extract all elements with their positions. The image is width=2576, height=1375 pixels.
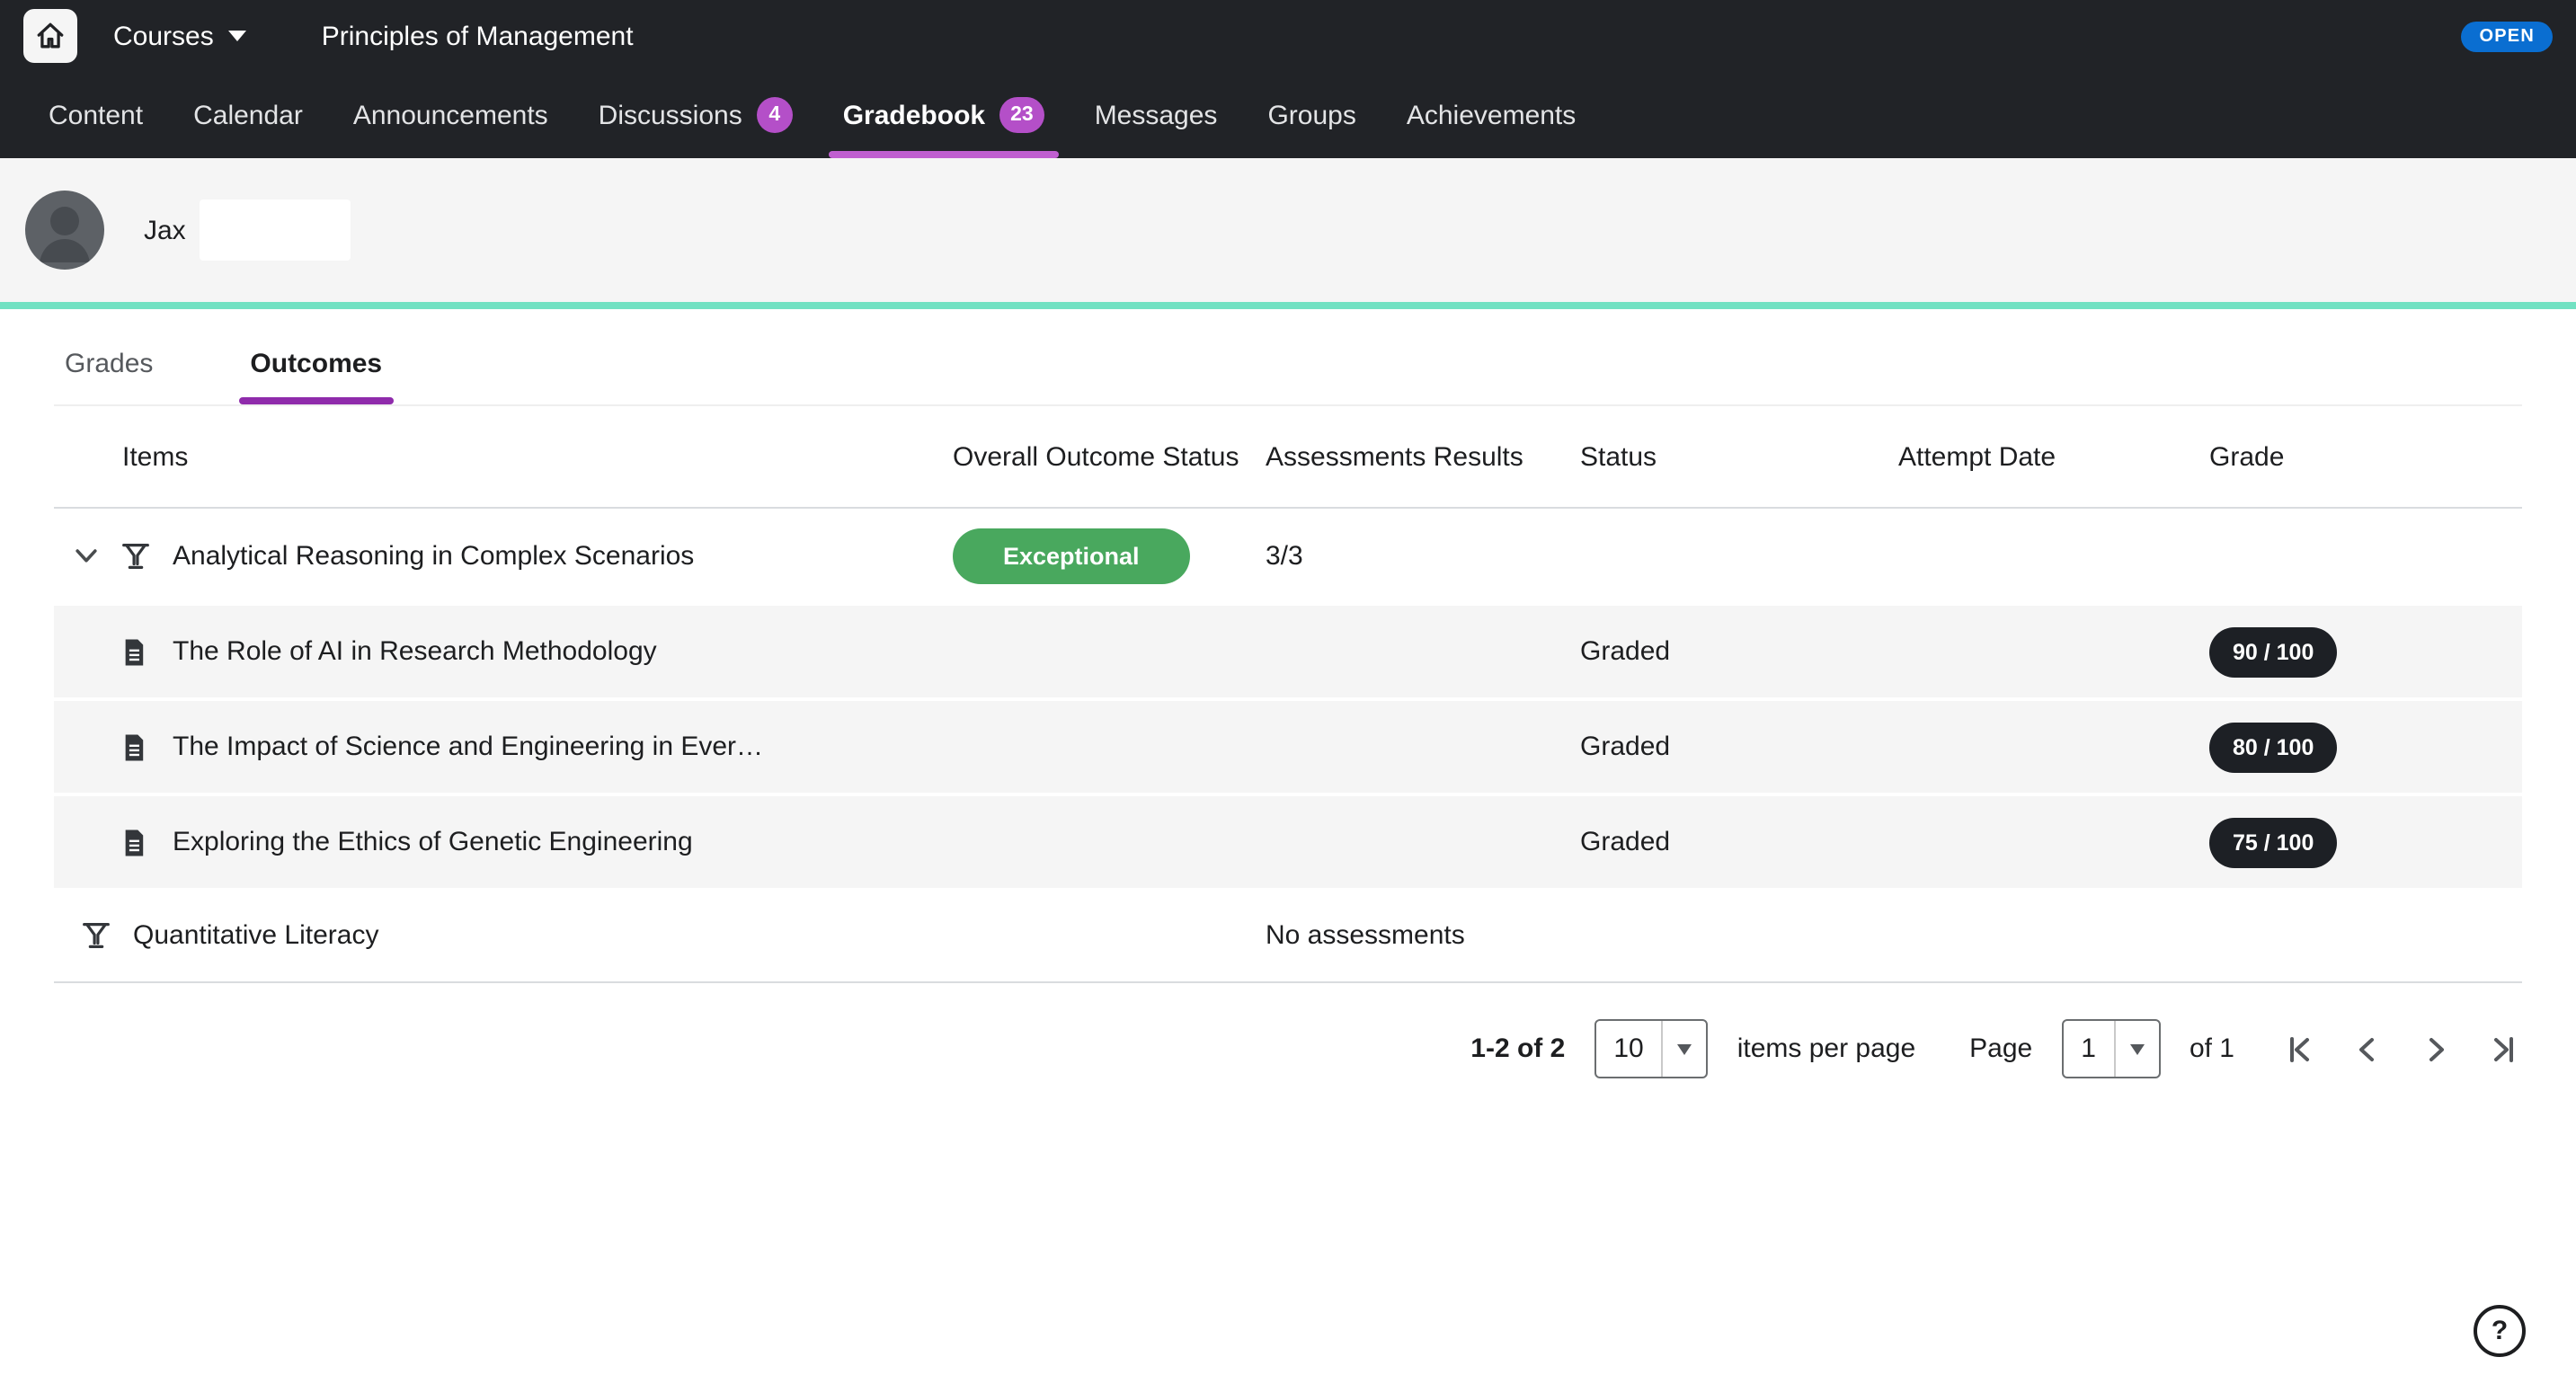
col-overall-outcome-status: Overall Outcome Status	[953, 441, 1266, 472]
assessment-status: Graded	[1580, 827, 1898, 857]
top-bar: Courses Principles of Management OPEN	[0, 0, 2576, 72]
accent-divider	[0, 302, 2576, 309]
assessment-title[interactable]: Exploring the Ethics of Genetic Engineer…	[173, 827, 693, 857]
nav-item-content[interactable]: Content	[23, 72, 168, 158]
chevron-left-icon	[2349, 1031, 2385, 1067]
outcome-row: Analytical Reasoning in Complex Scenario…	[54, 509, 2522, 602]
assessment-title[interactable]: The Role of AI in Research Methodology	[173, 636, 657, 667]
grade-badge: 90 / 100	[2209, 626, 2337, 677]
question-mark-icon: ?	[2492, 1316, 2508, 1346]
nav-item-gradebook[interactable]: Gradebook 23	[818, 72, 1070, 158]
nav-label: Achievements	[1407, 100, 1576, 130]
grade-badge: 75 / 100	[2209, 817, 2337, 867]
status-badge: Exceptional	[953, 528, 1190, 583]
page-number-select[interactable]: 1	[2061, 1019, 2161, 1078]
col-assessments-results: Assessments Results	[1266, 441, 1580, 472]
document-icon	[119, 825, 153, 859]
gradebook-count-badge: 23	[999, 97, 1044, 133]
nav-item-messages[interactable]: Messages	[1070, 72, 1243, 158]
outcome-trophy-icon	[79, 918, 113, 952]
avatar	[25, 191, 104, 270]
page-number-value: 1	[2063, 1033, 2114, 1064]
nav-label: Discussions	[599, 100, 742, 130]
tab-grades[interactable]: Grades	[54, 338, 164, 404]
outcome-row: Quantitative Literacy No assessments	[54, 888, 2522, 983]
nav-item-discussions[interactable]: Discussions 4	[573, 72, 818, 158]
assessments-results-value: No assessments	[1266, 919, 1580, 950]
gradebook-tabs: Grades Outcomes	[54, 309, 2522, 406]
courses-label: Courses	[113, 21, 214, 51]
assessment-row: The Role of AI in Research Methodology G…	[54, 602, 2522, 697]
page: Courses Principles of Management OPEN Co…	[0, 0, 2576, 1375]
outcome-title[interactable]: Quantitative Literacy	[133, 919, 379, 950]
per-page-label: items per page	[1737, 1033, 1915, 1064]
redacted-name	[200, 200, 351, 261]
nav-label: Announcements	[353, 100, 548, 130]
discussions-count-badge: 4	[757, 97, 793, 133]
assessment-row: Exploring the Ethics of Genetic Engineer…	[54, 793, 2522, 888]
student-name: Jax	[144, 215, 186, 245]
nav-label: Messages	[1095, 100, 1218, 130]
nav-label: Groups	[1267, 100, 1355, 130]
col-grade: Grade	[2209, 441, 2522, 472]
course-nav: Content Calendar Announcements Discussio…	[0, 72, 2576, 158]
skip-to-start-icon	[2281, 1031, 2317, 1067]
course-title: Principles of Management	[322, 21, 634, 51]
home-button[interactable]	[23, 9, 77, 63]
per-page-value: 10	[1595, 1033, 1661, 1064]
student-header: Jax	[0, 158, 2576, 302]
document-icon	[119, 730, 153, 764]
col-items: Items	[54, 441, 953, 472]
outcome-title[interactable]: Analytical Reasoning in Complex Scenario…	[173, 540, 694, 571]
assessment-status: Graded	[1580, 636, 1898, 667]
previous-page-button[interactable]	[2349, 1031, 2385, 1067]
page-total-label: of 1	[2190, 1033, 2234, 1064]
tab-outcomes[interactable]: Outcomes	[239, 338, 393, 404]
nav-item-announcements[interactable]: Announcements	[328, 72, 573, 158]
last-page-button[interactable]	[2486, 1031, 2522, 1067]
col-attempt-date: Attempt Date	[1898, 441, 2209, 472]
nav-item-achievements[interactable]: Achievements	[1381, 72, 1601, 158]
collapse-chevron-icon[interactable]	[54, 539, 119, 572]
pagination-range: 1-2 of 2	[1470, 1033, 1565, 1064]
outcome-trophy-icon	[119, 538, 153, 572]
person-icon	[25, 191, 104, 270]
page-label: Page	[1969, 1033, 2032, 1064]
open-status-badge: OPEN	[2462, 21, 2554, 51]
nav-item-groups[interactable]: Groups	[1242, 72, 1381, 158]
nav-label: Calendar	[193, 100, 303, 130]
nav-label: Gradebook	[843, 100, 985, 130]
first-page-button[interactable]	[2281, 1031, 2317, 1067]
gradebook-content: Grades Outcomes Items Overall Outcome St…	[0, 309, 2576, 1078]
chevron-down-icon	[2130, 1043, 2145, 1054]
assessment-status: Graded	[1580, 732, 1898, 762]
chevron-right-icon	[2418, 1031, 2454, 1067]
outcomes-table-header: Items Overall Outcome Status Assessments…	[54, 406, 2522, 509]
grade-badge: 80 / 100	[2209, 722, 2337, 772]
courses-dropdown[interactable]: Courses	[113, 21, 246, 51]
assessment-row: The Impact of Science and Engineering in…	[54, 697, 2522, 793]
document-icon	[119, 634, 153, 669]
nav-item-calendar[interactable]: Calendar	[168, 72, 328, 158]
pagination-bar: 1-2 of 2 10 items per page Page 1 of 1	[54, 983, 2522, 1078]
home-icon	[32, 18, 68, 54]
chevron-down-icon	[228, 31, 246, 41]
assessments-results-value: 3/3	[1266, 540, 1580, 571]
per-page-select[interactable]: 10	[1594, 1019, 1708, 1078]
chevron-down-icon	[1678, 1043, 1692, 1054]
next-page-button[interactable]	[2418, 1031, 2454, 1067]
col-status: Status	[1580, 441, 1898, 472]
help-button[interactable]: ?	[2474, 1305, 2526, 1357]
assessment-title[interactable]: The Impact of Science and Engineering in…	[173, 732, 763, 762]
nav-label: Content	[49, 100, 143, 130]
skip-to-end-icon	[2486, 1031, 2522, 1067]
